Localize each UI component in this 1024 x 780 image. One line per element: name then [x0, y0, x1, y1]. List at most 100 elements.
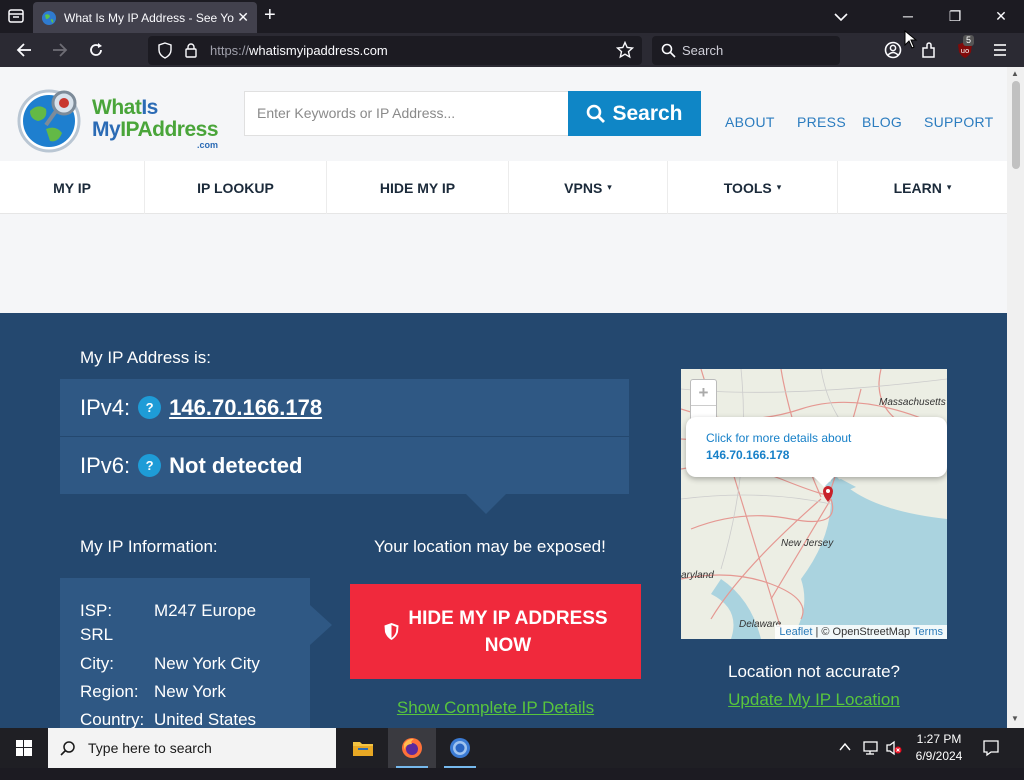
notifications-icon[interactable] — [982, 739, 1000, 779]
location-exposed-text: Your location may be exposed! — [374, 537, 606, 556]
forward-icon — [50, 40, 70, 60]
list-all-tabs-icon[interactable] — [834, 9, 848, 27]
country-row: Country: United States — [80, 710, 257, 728]
location-map[interactable]: Massachusetts New Jersey aryland Delawar… — [681, 369, 947, 639]
isp-row-cont: SRL — [80, 625, 114, 644]
windows-logo-icon — [16, 740, 32, 756]
nav-item-learn[interactable]: LEARN ▾ — [838, 161, 1007, 214]
map-attribution: Leaflet | © OpenStreetMap Terms — [775, 625, 947, 639]
back-icon[interactable] — [14, 40, 34, 60]
nav-item-my-ip[interactable]: MY IP — [0, 161, 145, 214]
search-icon — [661, 43, 676, 63]
firefox-view-icon[interactable] — [6, 6, 26, 26]
city-row: City: New York City — [80, 654, 260, 673]
ip-info-box: ISP: M247 Europe SRL City: New York City R… — [60, 578, 310, 728]
bookmark-star-icon[interactable] — [615, 40, 635, 64]
taskbar-search-box[interactable]: Type here to search — [48, 728, 336, 768]
shield-icon — [383, 622, 400, 649]
ipv6-row: IPv6: ? Not detected — [60, 437, 629, 494]
ip-hero-section: My IP Address is: IPv4: ? 146.70.166.178… — [0, 313, 1007, 728]
site-logo[interactable]: WhatIs MyIPAddress .com — [16, 85, 226, 157]
map-tiles — [681, 369, 947, 639]
scroll-down-icon[interactable]: ▼ — [1011, 714, 1019, 723]
svg-text:uo: uo — [961, 47, 970, 55]
location-question: Location not accurate? — [727, 662, 900, 681]
ipv4-address-link[interactable]: 146.70.166.178 — [169, 395, 322, 421]
browser-nav-bar: https://whatismyipaddress.com Search uo … — [0, 33, 1024, 67]
tab-close-icon[interactable]: ✕ — [237, 10, 249, 24]
scroll-up-icon[interactable]: ▲ — [1011, 69, 1019, 78]
ipv4-row: IPv4: ? 146.70.166.178 — [60, 379, 629, 436]
ip-info-label: My IP Information: — [80, 537, 218, 556]
zoom-in-button[interactable]: + — [691, 380, 716, 406]
globe-logo-icon — [17, 89, 81, 153]
volume-muted-icon[interactable] — [885, 740, 903, 780]
nav-item-hide-my-ip[interactable]: HIDE MY IP — [327, 161, 509, 214]
caret-down-icon: ▾ — [776, 182, 782, 192]
hide-my-ip-button[interactable]: HIDE MY IP ADDRESS NOW — [350, 584, 641, 679]
chrome-icon — [450, 738, 470, 758]
nav-item-vpns[interactable]: VPNS ▾ — [509, 161, 668, 214]
folder-icon — [353, 742, 373, 756]
terms-link[interactable]: Terms — [913, 626, 943, 638]
url-text[interactable]: https://whatismyipaddress.com — [210, 43, 388, 58]
tracking-shield-icon[interactable] — [157, 42, 173, 64]
site-search-button[interactable]: Search — [568, 91, 701, 136]
start-button[interactable] — [0, 728, 48, 768]
ipv6-value: Not detected — [169, 452, 303, 478]
main-nav: MY IP IP LOOKUP HIDE MY IP VPNS ▾ TOOLS ▾ … — [0, 161, 1007, 214]
support-link[interactable]: SUPPORT — [924, 114, 994, 130]
url-bar[interactable]: https://whatismyipaddress.com — [148, 36, 642, 65]
taskbar-firefox[interactable] — [388, 728, 436, 768]
logo-wordmark: WhatIs MyIPAddress .com — [92, 96, 219, 150]
leaflet-link[interactable]: Leaflet — [779, 626, 812, 638]
ipv4-help-icon[interactable]: ? — [138, 396, 162, 419]
search-icon — [60, 741, 75, 756]
show-hidden-icons-icon[interactable] — [838, 740, 852, 780]
new-tab-icon[interactable]: + — [264, 5, 276, 25]
browser-search-bar[interactable]: Search — [652, 36, 840, 65]
update-location-link[interactable]: Update My IP Location — [681, 690, 947, 710]
web-page: WhatIs MyIPAddress .com Enter Keywords o… — [0, 67, 1007, 728]
region-row: Region: New York — [80, 682, 226, 701]
minimize-icon[interactable]: ─ — [898, 6, 918, 26]
isp-row: ISP: M247 Europe — [80, 601, 257, 620]
menu-hamburger-icon[interactable] — [990, 40, 1010, 60]
globe-favicon-icon — [41, 10, 57, 26]
about-link[interactable]: ABOUT — [725, 114, 775, 130]
map-popup-tip — [814, 477, 834, 487]
ip-box-pointer — [466, 494, 506, 514]
show-ip-details-link[interactable]: Show Complete IP Details — [350, 698, 641, 718]
map-popup[interactable]: Click for more details about 146.70.166.… — [686, 417, 947, 477]
extension-badge: 5 — [963, 35, 975, 46]
lock-icon[interactable] — [184, 42, 198, 64]
my-ip-label: My IP Address is: — [80, 348, 212, 367]
ipv6-help-icon[interactable]: ? — [138, 454, 162, 477]
firefox-icon — [402, 738, 422, 758]
reload-icon[interactable] — [86, 40, 106, 60]
site-header: WhatIs MyIPAddress .com Enter Keywords o… — [0, 67, 1007, 161]
site-search-input[interactable]: Enter Keywords or IP Address... — [244, 91, 570, 136]
extensions-icon[interactable] — [919, 40, 939, 60]
nav-item-tools[interactable]: TOOLS ▾ — [668, 161, 838, 214]
restore-icon[interactable]: ❐ — [945, 6, 965, 26]
page-scrollbar[interactable]: ▲ ▼ — [1007, 67, 1024, 728]
browser-tab-bar: What Is My IP Address - See You ✕ + ─ ❐ … — [0, 0, 1024, 33]
window-close-icon[interactable]: ✕ — [991, 6, 1011, 26]
taskbar-clock[interactable]: 1:27 PM 6/9/2024 — [906, 731, 972, 765]
scrollbar-thumb[interactable] — [1012, 81, 1020, 169]
search-icon — [587, 104, 606, 123]
blog-link[interactable]: BLOG — [862, 114, 902, 130]
windows-taskbar: Type here to search 1:27 PM 6/9/2024 — [0, 728, 1024, 768]
caret-down-icon: ▾ — [946, 182, 952, 192]
map-label-new-jersey: New Jersey — [781, 538, 834, 549]
ad-space — [0, 214, 1007, 313]
taskbar-chrome[interactable] — [436, 728, 484, 768]
browser-tab-active[interactable]: What Is My IP Address - See You ✕ — [33, 2, 257, 33]
account-icon[interactable] — [883, 40, 903, 60]
taskbar-file-explorer[interactable] — [339, 728, 387, 768]
map-label-maryland: aryland — [681, 570, 714, 581]
network-icon[interactable] — [862, 740, 880, 780]
press-link[interactable]: PRESS — [797, 114, 846, 130]
nav-item-ip-lookup[interactable]: IP LOOKUP — [145, 161, 327, 214]
